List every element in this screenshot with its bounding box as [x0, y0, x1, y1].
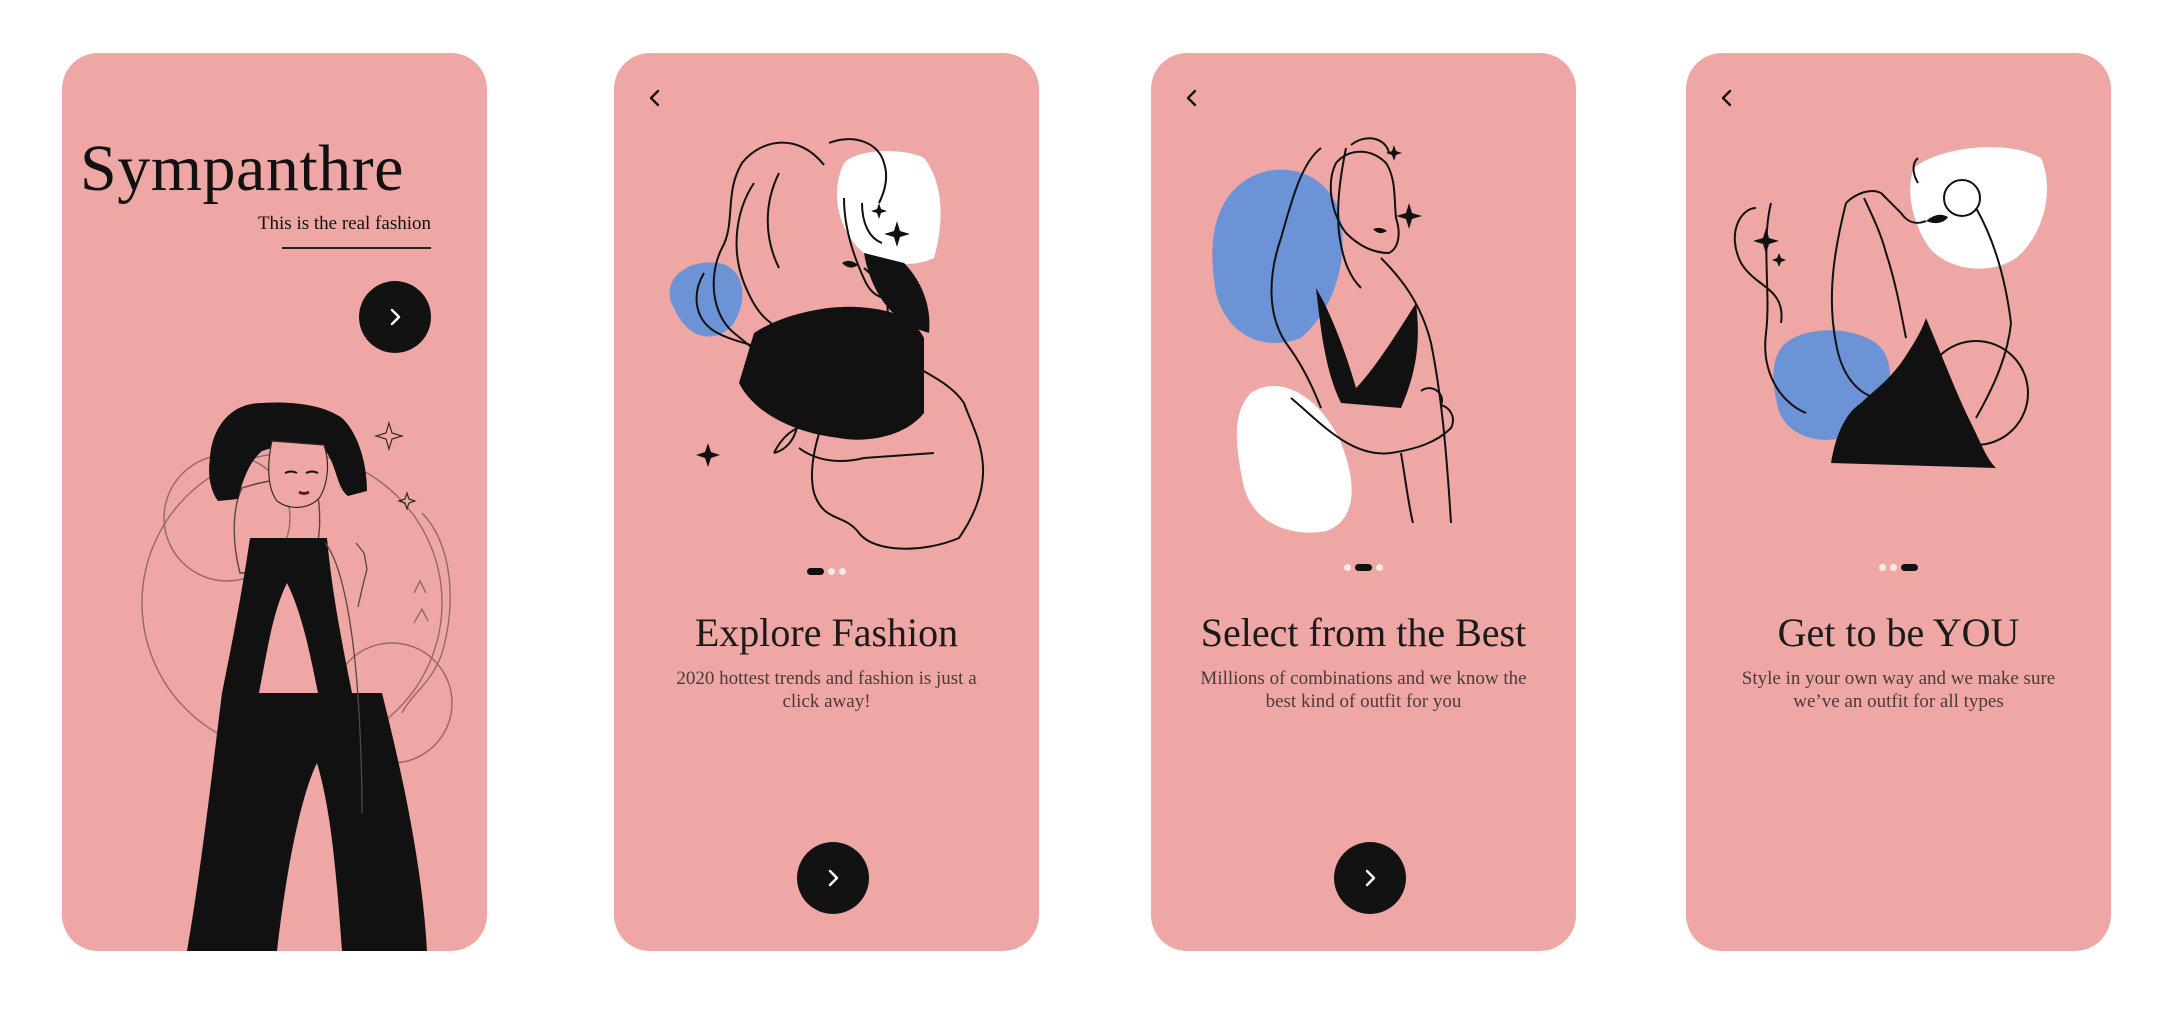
next-button[interactable] — [797, 842, 869, 914]
pagination-dot-2[interactable] — [1355, 564, 1372, 571]
pagination-dot-1[interactable] — [1879, 564, 1886, 571]
onboarding-screen-you: Get to be YOU Style in your own way and … — [1686, 53, 2111, 951]
pagination-dot-2[interactable] — [1890, 564, 1897, 571]
tagline-underline — [282, 247, 431, 249]
brand-title: Sympanthre — [80, 132, 404, 205]
screen-title: Explore Fashion — [694, 610, 959, 655]
chevron-right-icon — [1365, 869, 1376, 887]
pagination-dot-2[interactable] — [828, 568, 835, 575]
woman-black-dress-illustration — [141, 402, 453, 951]
woman-raised-arm-illustration — [1733, 147, 2047, 468]
pagination-dots — [1151, 564, 1576, 574]
woman-profile-illustration — [1212, 137, 1454, 533]
pagination-dot-3[interactable] — [839, 568, 846, 575]
screen-subtitle: 2020 hottest trends and fashion is just … — [676, 668, 977, 712]
screen-title: Get to be YOU — [1777, 610, 2020, 655]
next-button[interactable] — [1334, 842, 1406, 914]
screen-subtitle: Style in your own way and we make sure w… — [1741, 668, 2056, 712]
pagination-dot-3[interactable] — [1376, 564, 1383, 571]
onboarding-screen-select: Select from the Best Millions of combina… — [1151, 53, 1576, 951]
pagination-dots — [1686, 564, 2111, 574]
woman-wavy-hair-illustration — [669, 138, 985, 550]
next-button[interactable] — [359, 281, 431, 353]
screen-title: Select from the Best — [1200, 610, 1527, 655]
pagination-dots — [614, 568, 1039, 578]
splash-screen: Sympanthre This is the real fashion — [62, 53, 487, 951]
chevron-right-icon — [828, 869, 839, 887]
pagination-dot-1[interactable] — [807, 568, 824, 575]
pagination-dot-1[interactable] — [1344, 564, 1351, 571]
brand-tagline: This is the real fashion — [257, 213, 431, 234]
screen-subtitle: Millions of combinations and we know the… — [1200, 668, 1527, 712]
pagination-dot-3[interactable] — [1901, 564, 1918, 571]
chevron-right-icon — [390, 308, 401, 326]
onboarding-screen-explore: Explore Fashion 2020 hottest trends and … — [614, 53, 1039, 951]
